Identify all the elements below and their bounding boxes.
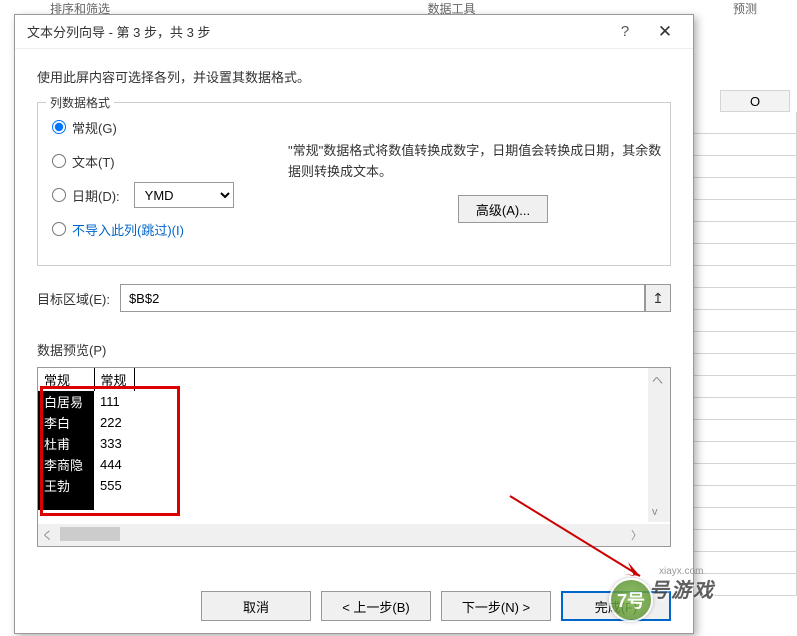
next-button[interactable]: 下一步(N) > (441, 591, 551, 621)
format-legend: 列数据格式 (46, 94, 114, 111)
dialog-content: 使用此屏内容可选择各列，并设置其数据格式。 列数据格式 常规(G) 文本(T) … (15, 49, 693, 581)
close-button[interactable]: ✕ (645, 22, 685, 42)
radio-date[interactable] (52, 188, 66, 202)
finish-button[interactable]: 完成(F) (561, 591, 671, 621)
format-info-text: "常规"数据格式将数值转换成数字，日期值会转换成日期，其余数据则转换成文本。 (288, 141, 668, 183)
range-selector-button[interactable]: ↥ (645, 284, 671, 312)
collapse-icon: ↥ (652, 290, 664, 307)
target-input[interactable] (120, 284, 645, 312)
label-skip[interactable]: 不导入此列(跳过)(I) (72, 220, 184, 239)
column-format-group: 列数据格式 常规(G) 文本(T) 日期(D): YMD 不导入此列(跳过)(I… (37, 102, 671, 266)
column-header-o[interactable]: O (720, 90, 790, 112)
preview-vertical-scrollbar[interactable]: ヘ v (648, 368, 670, 522)
scrollbar-thumb[interactable] (60, 527, 120, 541)
ribbon-background: 排序和筛选 数据工具 预测 (0, 0, 797, 10)
text-to-columns-wizard-dialog: 文本分列向导 - 第 3 步，共 3 步 ? ✕ 使用此屏内容可选择各列，并设置… (14, 14, 694, 634)
radio-skip[interactable] (52, 222, 66, 236)
radio-text[interactable] (52, 154, 66, 168)
scroll-up-icon[interactable]: ヘ (652, 372, 663, 388)
date-format-select[interactable]: YMD (134, 182, 234, 208)
spreadsheet-grid[interactable] (690, 112, 797, 636)
cancel-button[interactable]: 取消 (201, 591, 311, 621)
scroll-left-icon[interactable]: く (42, 527, 53, 543)
target-row: 目标区域(E): ↥ (37, 284, 671, 312)
preview-horizontal-scrollbar[interactable]: く 〉 (38, 524, 670, 546)
dialog-titlebar: 文本分列向导 - 第 3 步，共 3 步 ? ✕ (15, 15, 693, 49)
label-general[interactable]: 常规(G) (72, 118, 117, 137)
label-date[interactable]: 日期(D): (72, 186, 120, 205)
scroll-down-icon[interactable]: v (652, 506, 658, 518)
scroll-right-icon[interactable]: 〉 (631, 527, 642, 543)
ribbon-group-forecast: 预测 (733, 0, 757, 10)
preview-box: 常规 常规 白居易111 李白222 杜甫333 李商隐444 王勃555 ヘ … (37, 367, 671, 547)
preview-label: 数据预览(P) (37, 340, 671, 359)
help-button[interactable]: ? (605, 23, 645, 40)
label-text[interactable]: 文本(T) (72, 152, 115, 171)
radio-general[interactable] (52, 120, 66, 134)
advanced-button[interactable]: 高级(A)... (458, 195, 548, 223)
target-label: 目标区域(E): (37, 289, 110, 308)
annotation-highlight-box (40, 386, 180, 516)
dialog-description: 使用此屏内容可选择各列，并设置其数据格式。 (37, 67, 671, 86)
ribbon-group-sort: 排序和筛选 (50, 0, 110, 10)
preview-table-wrap[interactable]: 常规 常规 白居易111 李白222 杜甫333 李商隐444 王勃555 (38, 368, 646, 522)
dialog-title: 文本分列向导 - 第 3 步，共 3 步 (27, 22, 605, 41)
back-button[interactable]: < 上一步(B) (321, 591, 431, 621)
dialog-button-row: 取消 < 上一步(B) 下一步(N) > 完成(F) (15, 581, 693, 633)
ribbon-group-datatools: 数据工具 (427, 0, 475, 10)
